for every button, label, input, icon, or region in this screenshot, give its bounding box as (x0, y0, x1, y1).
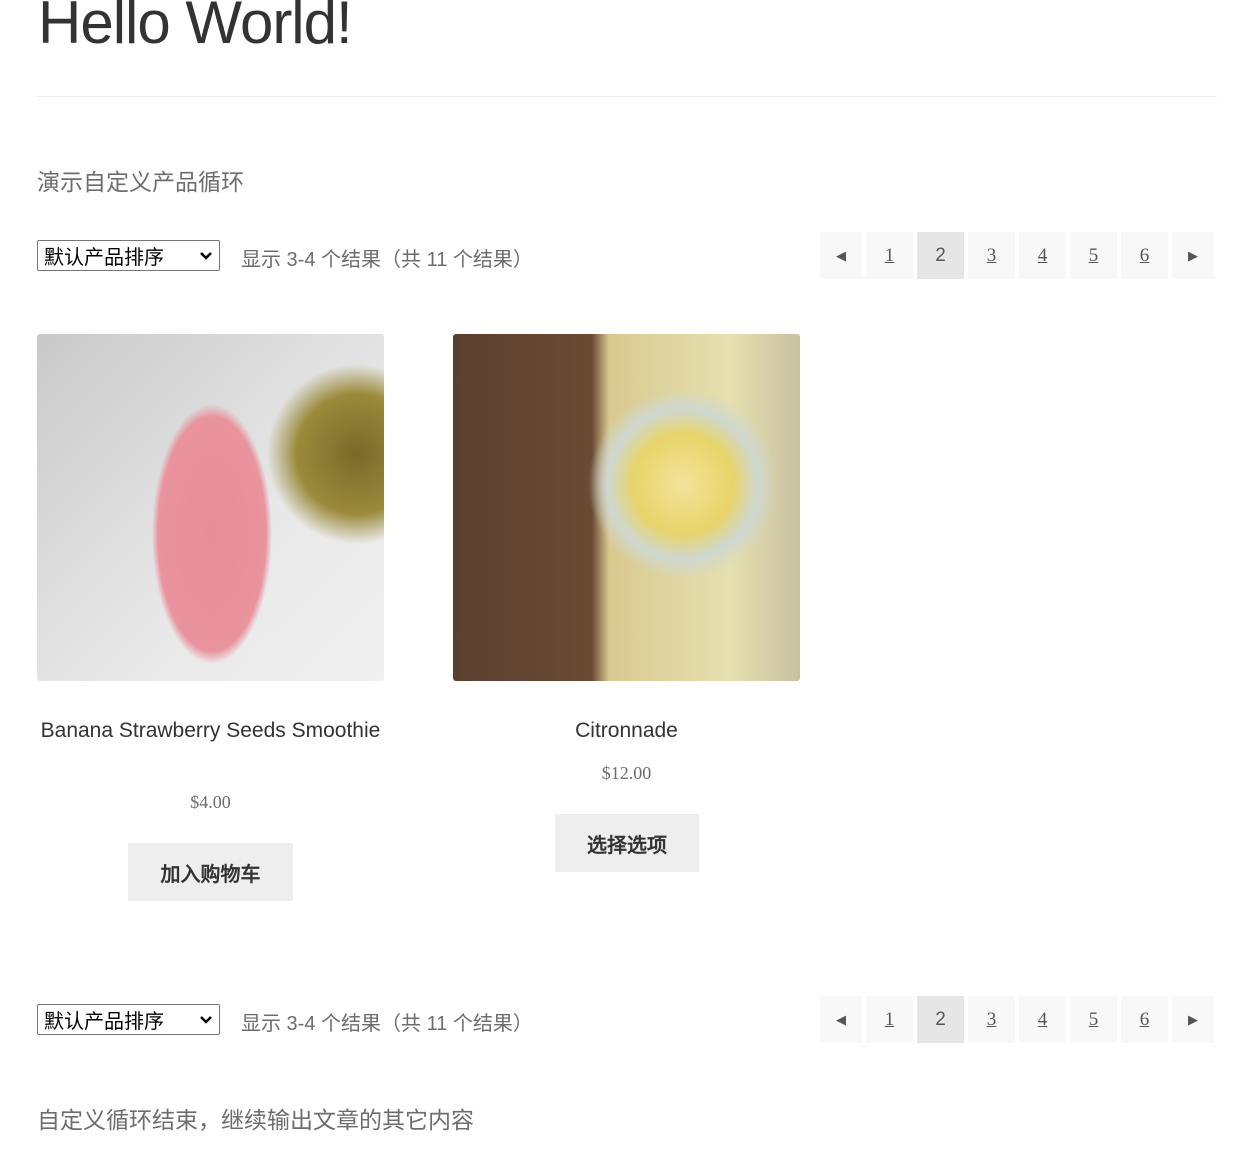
product-image-citronnade[interactable] (453, 334, 800, 681)
product-image-smoothie[interactable] (37, 334, 384, 681)
select-options-button[interactable]: 选择选项 (555, 814, 699, 872)
product-title[interactable]: Banana Strawberry Seeds Smoothie (37, 716, 384, 745)
intro-text: 演示自定义产品循环 (37, 169, 244, 195)
prev-page-button[interactable]: ◀ (820, 232, 862, 279)
chevron-down-icon (199, 1008, 213, 1031)
caret-left-icon: ◀ (836, 1011, 846, 1027)
pagination: ◀ 123456 ▶ (820, 232, 1214, 279)
add-to-cart-button[interactable]: 加入购物车 (128, 843, 293, 901)
page-1-link[interactable]: 1 (866, 996, 913, 1043)
chevron-down-icon (199, 244, 213, 267)
sort-selected-value: 默认产品排序 (44, 1011, 164, 1033)
page-5-link[interactable]: 5 (1070, 232, 1117, 279)
outro-text: 自定义循环结束，继续输出文章的其它内容 (37, 1107, 474, 1133)
page-4-link[interactable]: 4 (1019, 996, 1066, 1043)
product-title[interactable]: Citronnade (453, 716, 800, 745)
page-title: Hello World! (38, 0, 353, 56)
prev-page-button[interactable]: ◀ (820, 996, 862, 1043)
divider (37, 96, 1217, 97)
page-4-link[interactable]: 4 (1019, 232, 1066, 279)
caret-right-icon: ▶ (1188, 1011, 1198, 1027)
result-count: 显示 3-4 个结果（共 11 个结果） (241, 1013, 533, 1035)
sort-select[interactable]: 默认产品排序 (37, 1004, 220, 1035)
page-6-link[interactable]: 6 (1121, 232, 1168, 279)
page-3-link[interactable]: 3 (968, 232, 1015, 279)
caret-left-icon: ◀ (836, 247, 846, 263)
page-1-link[interactable]: 1 (866, 232, 913, 279)
product-price: $4.00 (190, 792, 231, 812)
page-2-link[interactable]: 2 (917, 232, 964, 279)
product-price: $12.00 (601, 763, 652, 783)
page-6-link[interactable]: 6 (1121, 996, 1168, 1043)
sort-select[interactable]: 默认产品排序 (37, 240, 220, 271)
next-page-button[interactable]: ▶ (1172, 996, 1214, 1043)
page-2-link[interactable]: 2 (917, 996, 964, 1043)
next-page-button[interactable]: ▶ (1172, 232, 1214, 279)
caret-right-icon: ▶ (1188, 247, 1198, 263)
page-5-link[interactable]: 5 (1070, 996, 1117, 1043)
page-3-link[interactable]: 3 (968, 996, 1015, 1043)
pagination: ◀ 123456 ▶ (820, 996, 1214, 1043)
sort-selected-value: 默认产品排序 (44, 247, 164, 269)
result-count: 显示 3-4 个结果（共 11 个结果） (241, 249, 533, 271)
